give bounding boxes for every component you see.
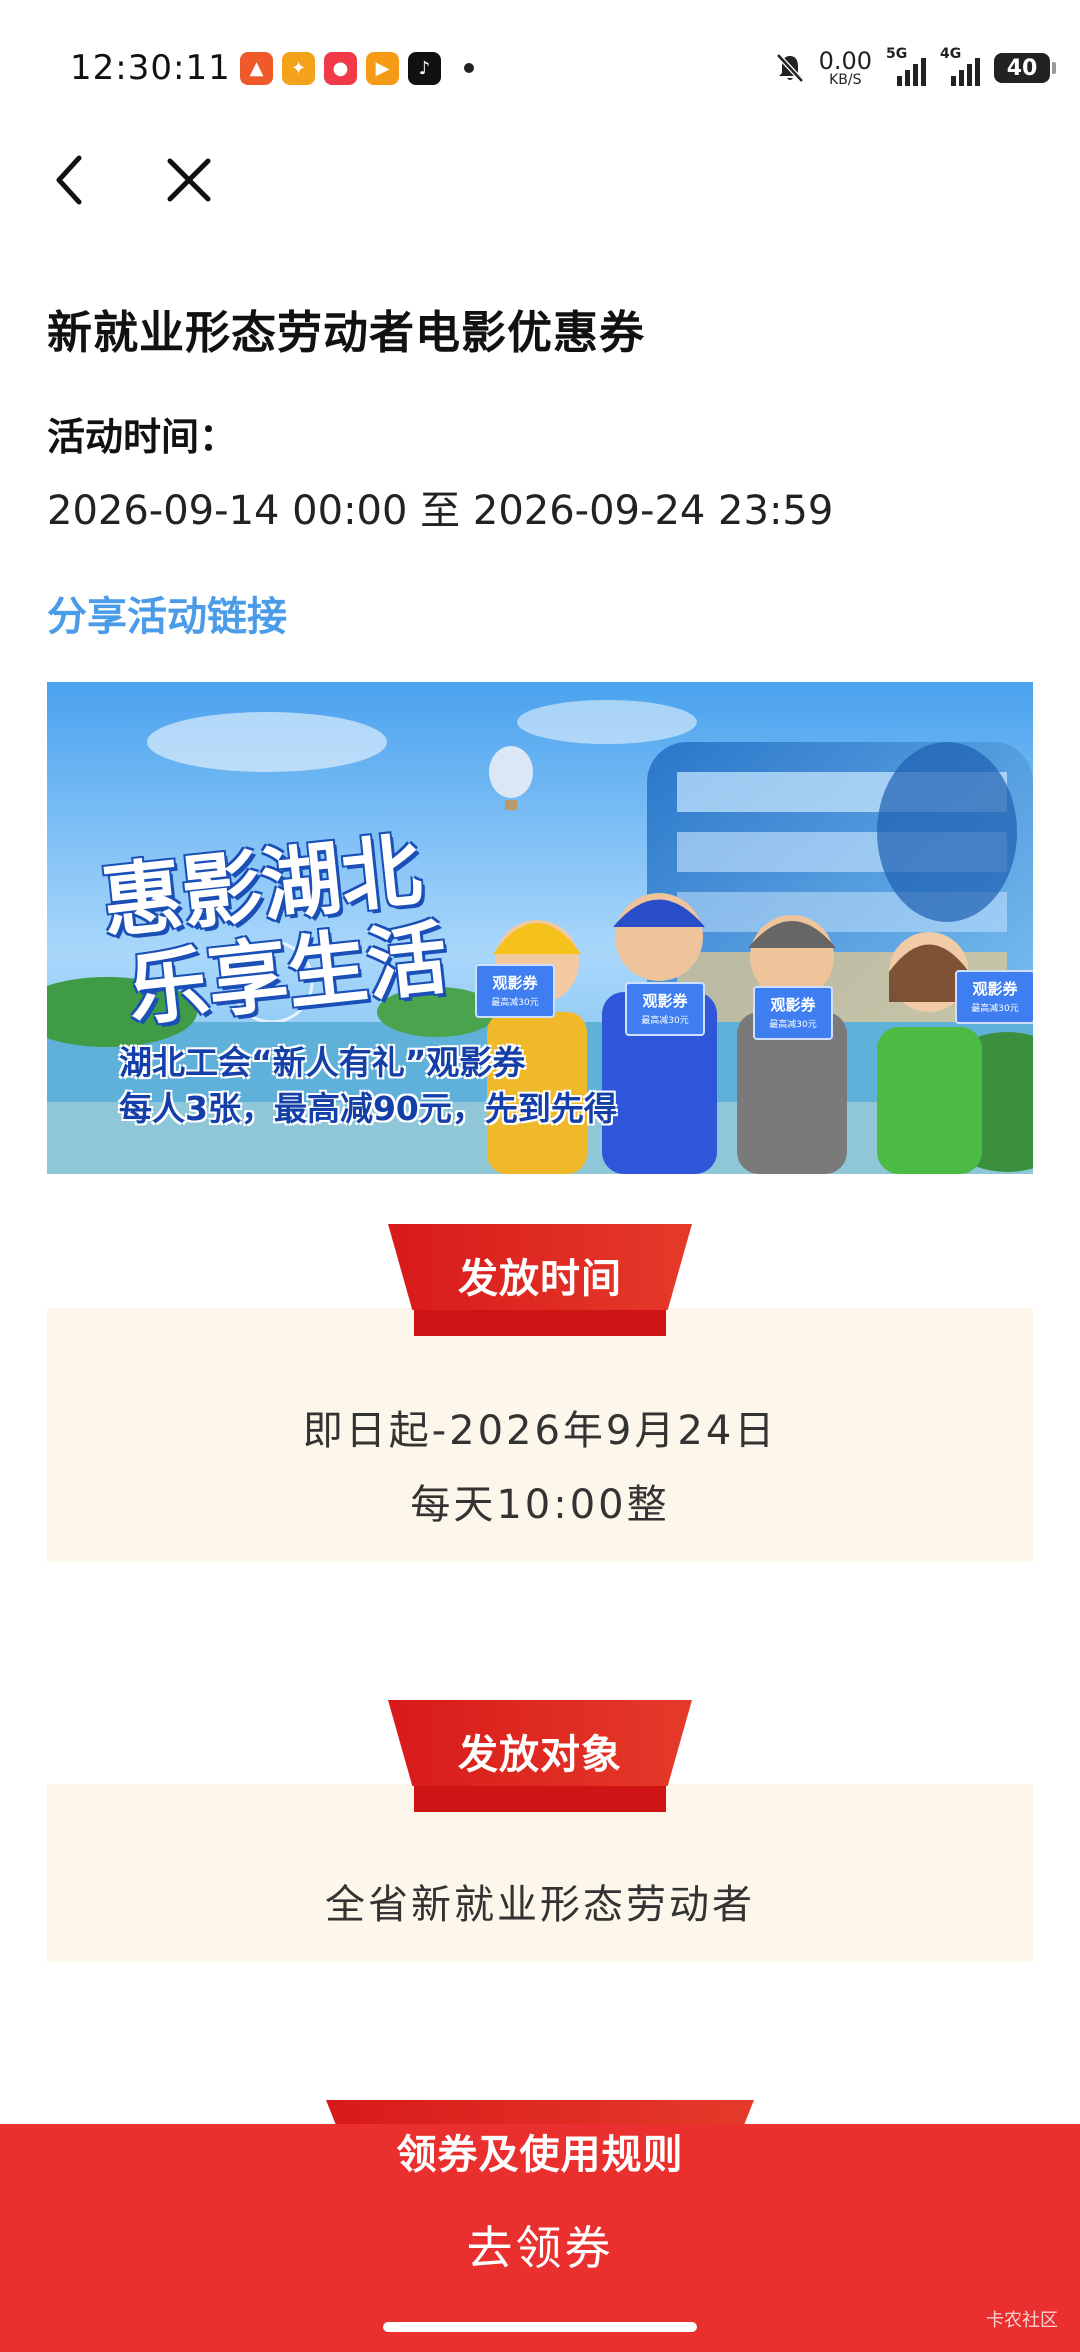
banner-ticket: 观影券 最高减30元 xyxy=(955,970,1033,1024)
ticket-sub: 最高减30元 xyxy=(971,1004,1019,1014)
issue-time-line-2: 每天10:00整 xyxy=(410,1482,670,1528)
ticket-title: 观影券 xyxy=(972,980,1018,998)
banner-ticket: 观影券 最高减30元 xyxy=(475,964,555,1018)
home-indicator[interactable] xyxy=(383,2322,697,2332)
target-title: 发放对象 xyxy=(458,1732,622,1778)
issue-time-ribbon: 发放时间 xyxy=(388,1224,692,1336)
page-title: 新就业形态劳动者电影优惠券 xyxy=(47,306,646,359)
banner-subline-1: 湖北工会“新人有礼”观影券 xyxy=(119,1043,526,1082)
status-time: 12:30:11 xyxy=(70,48,231,88)
star-app-icon: ✦ xyxy=(282,51,315,85)
banner-text-layer: 惠影湖北 乐享生活 湖北工会“新人有礼”观影券 每人3张，最高减90元，先到先得… xyxy=(47,682,1033,1174)
chevron-left-icon xyxy=(56,155,82,205)
status-bar: 12:30:11 ▲ ✦ ● ▶ ♪ 0.00 KB/S 5G 4G 40 xyxy=(0,0,1080,130)
target-line-1: 全省新就业形态劳动者 xyxy=(325,1882,755,1928)
network-speed-value: 0.00 xyxy=(818,47,872,75)
close-icon xyxy=(167,158,211,202)
watermark: 卡农社区 xyxy=(986,2310,1058,2331)
rules-title: 领券及使用规则 xyxy=(396,2132,684,2178)
target-ribbon: 发放对象 xyxy=(388,1700,692,1812)
more-notifications-dot xyxy=(464,63,474,73)
banner-subline-2: 每人3张，最高减90元，先到先得 xyxy=(119,1089,617,1128)
back-button[interactable] xyxy=(34,140,104,220)
network-speed: 0.00 KB/S xyxy=(819,49,872,87)
ticket-sub: 最高减30元 xyxy=(641,1016,689,1026)
issue-time-line-1: 即日起-2026年9月24日 xyxy=(302,1408,778,1454)
battery-level: 40 xyxy=(1006,55,1038,81)
ticket-sub: 最高减30元 xyxy=(491,998,539,1008)
signal-4g-icon: 4G xyxy=(940,46,980,86)
tiktok-app-icon: ♪ xyxy=(408,51,441,85)
ticket-title: 观影券 xyxy=(642,992,688,1010)
share-activity-link[interactable]: 分享活动链接 xyxy=(47,584,287,642)
close-button[interactable] xyxy=(154,140,224,220)
notification-app-icons: ▲ ✦ ● ▶ ♪ xyxy=(240,50,474,86)
activity-time-range: 2026-09-14 00:00 至 2026-09-24 23:59 xyxy=(47,488,834,534)
ticket-title: 观影券 xyxy=(770,996,816,1014)
battery-icon: 40 xyxy=(994,53,1056,83)
ticket-title: 观影券 xyxy=(492,974,538,992)
issue-time-title: 发放时间 xyxy=(458,1256,622,1302)
red-envelope-app-icon: ● xyxy=(324,51,357,85)
mute-bell-icon xyxy=(775,53,804,83)
promo-banner: 惠影湖北 乐享生活 湖北工会“新人有礼”观影券 每人3张，最高减90元，先到先得… xyxy=(47,682,1033,1174)
network-speed-unit: KB/S xyxy=(829,72,862,88)
claim-coupon-label: 去领券 xyxy=(466,2221,614,2275)
video-app-icon: ▶ xyxy=(366,51,399,85)
banner-ticket: 观影券 最高减30元 xyxy=(753,986,833,1040)
status-indicators: 0.00 KB/S 5G 4G 40 xyxy=(775,46,1056,88)
activity-time-label: 活动时间： xyxy=(47,415,238,459)
signal-5g-icon: 5G xyxy=(886,46,926,86)
nav-bar xyxy=(0,140,1080,220)
banner-ticket: 观影券 最高减30元 xyxy=(625,982,705,1036)
rocket-app-icon: ▲ xyxy=(240,51,273,85)
ticket-sub: 最高减30元 xyxy=(769,1020,817,1030)
